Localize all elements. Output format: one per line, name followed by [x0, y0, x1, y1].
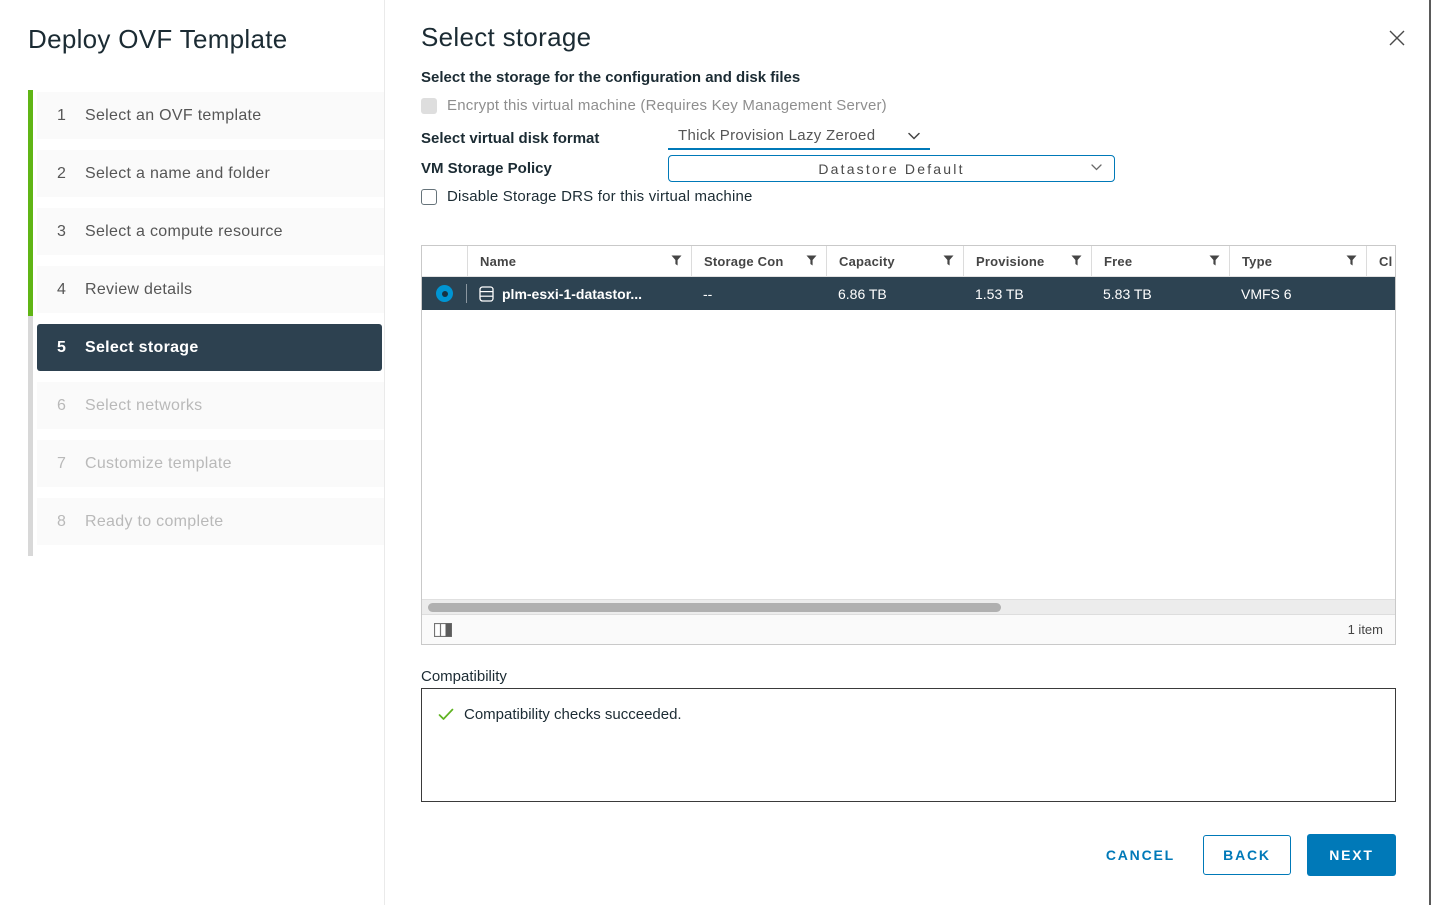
- step-number: 6: [57, 397, 85, 415]
- column-label: Free: [1104, 254, 1132, 269]
- column-label: Provisione: [976, 254, 1044, 269]
- disable-drs-checkbox-row: Disable Storage DRS for this virtual mac…: [421, 188, 753, 205]
- step-ready-to-complete: 8 Ready to complete: [37, 498, 384, 545]
- step-label: Select storage: [85, 339, 199, 357]
- column-label: Type: [1242, 254, 1272, 269]
- step-label: Select a compute resource: [85, 223, 283, 241]
- step-number: 1: [57, 107, 85, 125]
- datastore-row-selected[interactable]: plm-esxi-1-datastor... -- 6.86 TB 1.53 T…: [422, 277, 1395, 310]
- storage-policy-label: VM Storage Policy: [421, 160, 668, 177]
- chevron-down-icon: [908, 132, 920, 140]
- step-content-panel: Select storage Select the storage for th…: [386, 0, 1431, 905]
- step-number: 3: [57, 223, 85, 241]
- next-button[interactable]: NEXT: [1307, 834, 1396, 876]
- wizard-steps: 1 Select an OVF template 2 Select a name…: [33, 92, 384, 556]
- success-check-icon: [438, 708, 454, 721]
- step-select-networks: 6 Select networks: [37, 382, 384, 429]
- step-label: Ready to complete: [85, 513, 224, 531]
- radio-selected-icon[interactable]: [436, 285, 453, 302]
- filter-icon[interactable]: [1071, 255, 1082, 266]
- column-picker-icon[interactable]: [434, 623, 452, 637]
- storage-policy-value: Datastore Default: [818, 161, 964, 177]
- wizard-sidebar: Deploy OVF Template 1 Select an OVF temp…: [0, 0, 385, 905]
- step-select-ovf-template[interactable]: 1 Select an OVF template: [37, 92, 384, 139]
- step-label: Select an OVF template: [85, 107, 261, 125]
- row-radio-cell: [422, 277, 467, 310]
- disk-format-label: Select virtual disk format: [421, 130, 668, 147]
- chevron-down-icon: [1091, 164, 1102, 171]
- encrypt-vm-label: Encrypt this virtual machine (Requires K…: [447, 97, 887, 114]
- filter-icon[interactable]: [1346, 255, 1357, 266]
- column-label: Name: [480, 254, 516, 269]
- row-storage-compat-cell: --: [691, 277, 826, 310]
- storage-policy-select[interactable]: Datastore Default: [668, 155, 1115, 182]
- column-header-storage-compatibility[interactable]: Storage Con: [691, 246, 826, 276]
- compatibility-label: Compatibility: [421, 668, 507, 685]
- cancel-button[interactable]: CANCEL: [1106, 847, 1175, 863]
- close-icon[interactable]: [1387, 28, 1407, 48]
- grid-footer: 1 item: [422, 614, 1395, 644]
- disable-drs-checkbox[interactable]: [421, 189, 437, 205]
- step-number: 7: [57, 455, 85, 473]
- filter-icon[interactable]: [1209, 255, 1220, 266]
- column-header-free[interactable]: Free: [1091, 246, 1229, 276]
- step-label: Customize template: [85, 455, 232, 473]
- datastore-icon: [479, 286, 494, 302]
- disk-format-value: Thick Provision Lazy Zeroed: [678, 127, 875, 144]
- disable-drs-label: Disable Storage DRS for this virtual mac…: [447, 188, 753, 205]
- step-select-compute-resource[interactable]: 3 Select a compute resource: [37, 208, 384, 255]
- column-header-name[interactable]: Name: [467, 246, 691, 276]
- step-select-storage-active[interactable]: 5 Select storage: [37, 324, 382, 371]
- disk-format-select[interactable]: Thick Provision Lazy Zeroed: [668, 127, 930, 150]
- row-divider: [466, 284, 467, 303]
- step-label: Select a name and folder: [85, 165, 270, 183]
- compatibility-message-row: Compatibility checks succeeded.: [438, 706, 1379, 723]
- datastore-name: plm-esxi-1-datastor...: [502, 286, 642, 302]
- column-header-type[interactable]: Type: [1229, 246, 1366, 276]
- back-button[interactable]: BACK: [1203, 835, 1291, 875]
- disk-format-row: Select virtual disk format Thick Provisi…: [421, 127, 930, 150]
- horizontal-scrollbar[interactable]: [422, 599, 1395, 614]
- column-header-cluster[interactable]: Cl: [1366, 246, 1395, 276]
- column-label: Capacity: [839, 254, 895, 269]
- step-label: Review details: [85, 281, 192, 299]
- step-label: Select networks: [85, 397, 202, 415]
- compatibility-panel: Compatibility checks succeeded.: [421, 688, 1396, 802]
- column-header-radio: [422, 246, 467, 276]
- grid-empty-area: [422, 310, 1395, 599]
- grid-header: Name Storage Con Capacity Provisione: [422, 246, 1395, 277]
- filter-icon[interactable]: [806, 255, 817, 266]
- encrypt-vm-checkbox: [421, 98, 437, 114]
- step-review-details[interactable]: 4 Review details: [37, 266, 384, 313]
- step-number: 5: [57, 339, 85, 357]
- wizard-title: Deploy OVF Template: [28, 24, 288, 55]
- encrypt-vm-checkbox-row: Encrypt this virtual machine (Requires K…: [421, 97, 887, 114]
- row-type-cell: VMFS 6: [1229, 277, 1366, 310]
- wizard-actions: CANCEL BACK NEXT: [1106, 834, 1396, 876]
- step-number: 2: [57, 165, 85, 183]
- filter-icon[interactable]: [671, 255, 682, 266]
- step-number: 8: [57, 513, 85, 531]
- row-capacity-cell: 6.86 TB: [826, 277, 963, 310]
- filter-icon[interactable]: [943, 255, 954, 266]
- column-header-capacity[interactable]: Capacity: [826, 246, 963, 276]
- column-label: Storage Con: [704, 254, 783, 269]
- item-count: 1 item: [1348, 622, 1383, 637]
- scrollbar-thumb[interactable]: [428, 603, 1001, 612]
- row-name-cell: plm-esxi-1-datastor...: [467, 277, 691, 310]
- step-customize-template: 7 Customize template: [37, 440, 384, 487]
- column-header-provisioned[interactable]: Provisione: [963, 246, 1091, 276]
- page-subtitle: Select the storage for the configuration…: [421, 69, 800, 86]
- column-label: Cl: [1379, 254, 1392, 269]
- row-provisioned-cell: 1.53 TB: [963, 277, 1091, 310]
- storage-policy-row: VM Storage Policy Datastore Default: [421, 155, 1115, 182]
- datastore-grid: Name Storage Con Capacity Provisione: [421, 245, 1396, 645]
- row-free-cell: 5.83 TB: [1091, 277, 1229, 310]
- page-title: Select storage: [421, 22, 591, 53]
- compatibility-message: Compatibility checks succeeded.: [464, 706, 682, 723]
- step-number: 4: [57, 281, 85, 299]
- step-select-name-folder[interactable]: 2 Select a name and folder: [37, 150, 384, 197]
- row-cluster-cell: [1366, 277, 1395, 310]
